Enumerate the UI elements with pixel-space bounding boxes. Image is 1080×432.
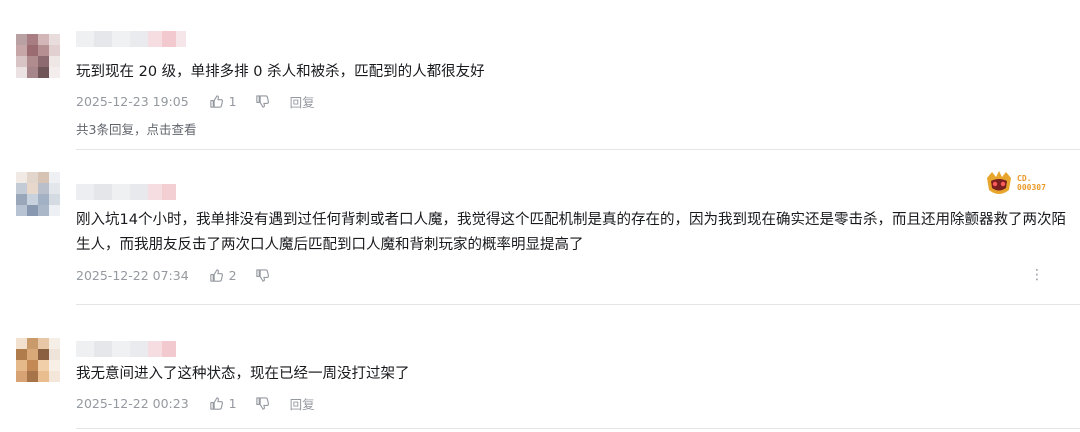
like-count: 1 [228,395,237,411]
thumbs-down-icon [255,396,269,410]
dislike-button[interactable] [255,396,270,411]
divider [76,428,1080,429]
avatar[interactable] [16,338,60,382]
comment-time: 2025-12-22 00:23 [76,395,189,411]
like-button[interactable]: 1 [209,396,237,411]
thumbs-up-icon [209,396,223,410]
comment-item: 我无意间进入了这种状态，现在已经一周没打过架了 2025-12-22 00:23… [0,0,1080,432]
comment-text: 我无意间进入了这种状态，现在已经一周没打过架了 [76,366,410,382]
comment-meta: 2025-12-22 00:23 1 回复 [76,394,315,412]
reply-button[interactable]: 回复 [290,394,315,413]
username[interactable] [76,341,176,357]
